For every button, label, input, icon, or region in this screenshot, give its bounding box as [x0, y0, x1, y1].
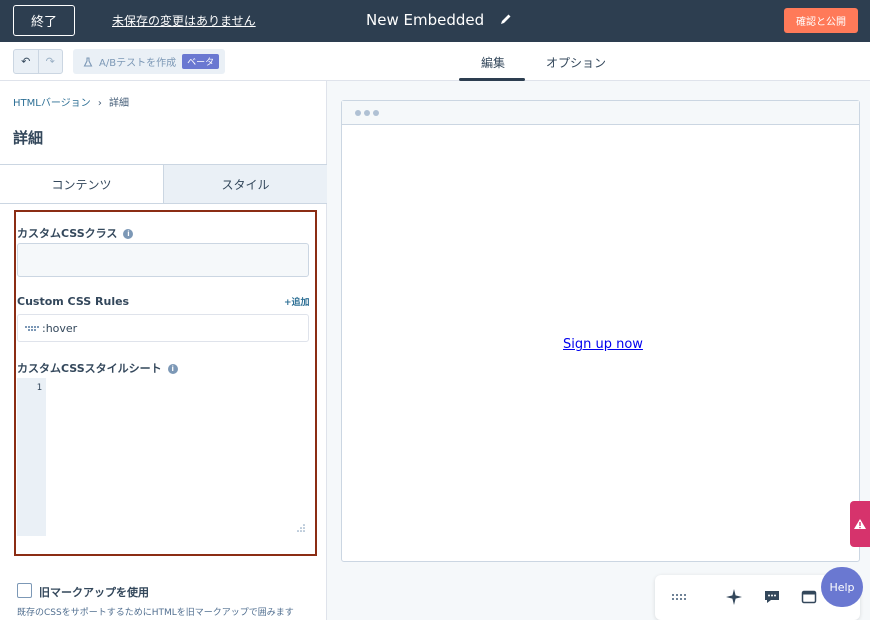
css-rule-selector: :hover	[42, 321, 78, 335]
legacy-markup-checkbox[interactable]	[17, 583, 32, 598]
window-dot	[373, 109, 379, 116]
tab-contents[interactable]: コンテンツ	[0, 165, 163, 203]
info-icon[interactable]: i	[167, 364, 178, 374]
preview-area: Sign up now Help	[328, 81, 870, 620]
breadcrumb-separator: ›	[97, 98, 102, 109]
custom-stylesheet-label: カスタムCSSスタイルシート i	[17, 360, 178, 376]
custom-css-class-label-text: カスタムCSSクラス	[17, 227, 118, 240]
create-ab-test-button[interactable]: A/Bテストを作成 ベータ	[73, 49, 225, 74]
custom-stylesheet-label-text: カスタムCSSスタイルシート	[17, 362, 162, 375]
help-button[interactable]: Help	[821, 567, 863, 607]
line-number-gutter: 1	[17, 378, 46, 536]
undo-redo-group: ↶ ↷	[13, 49, 63, 74]
top-bar: 終了 未保存の変更はありません New Embedded 確認と公開	[0, 0, 870, 42]
css-rule-row[interactable]: :hover	[17, 314, 309, 342]
tab-edit[interactable]: 編集	[481, 54, 505, 71]
undo-icon: ↶	[21, 55, 31, 68]
beta-badge: ベータ	[182, 54, 220, 69]
redo-button[interactable]: ↷	[37, 50, 63, 73]
undo-button[interactable]: ↶	[14, 50, 38, 73]
custom-css-rules-label: Custom CSS Rules	[17, 295, 130, 308]
line-number: 1	[36, 383, 42, 393]
window-dot	[364, 109, 370, 116]
custom-css-class-label: カスタムCSSクラス i	[17, 225, 134, 241]
grid-dots-icon[interactable]	[671, 589, 687, 605]
legacy-markup-help-text: 既存のCSSをサポートするためにHTMLを旧マークアップで囲みます	[17, 608, 294, 618]
panel-title: 詳細	[13, 129, 44, 147]
review-and-publish-button[interactable]: 確認と公開	[784, 8, 858, 33]
drag-handle-icon[interactable]	[24, 320, 40, 336]
resize-handle-icon[interactable]	[297, 524, 305, 532]
breadcrumb-current: 詳細	[109, 98, 130, 109]
legacy-markup-label: 旧マークアップを使用	[39, 586, 149, 599]
warning-tab[interactable]	[850, 501, 870, 547]
signup-link[interactable]: Sign up now	[563, 337, 643, 352]
content-style-tabs: コンテンツ スタイル	[0, 164, 327, 204]
add-rule-button[interactable]: +追加	[284, 295, 310, 308]
settings-sidebar: HTMLバージョン › 詳細 詳細 コンテンツ スタイル カスタムCSSクラス i…	[0, 81, 327, 620]
window-dot	[355, 109, 361, 116]
warning-icon	[854, 519, 866, 529]
custom-css-class-input[interactable]	[17, 243, 309, 277]
breadcrumb-parent-link[interactable]: HTMLバージョン	[13, 98, 91, 109]
window-icon[interactable]	[801, 589, 817, 605]
sparkle-icon[interactable]	[726, 589, 742, 605]
editor-toolbar: ↶ ↷ A/Bテストを作成 ベータ 編集 オプション	[0, 42, 870, 81]
tab-style[interactable]: スタイル	[163, 165, 327, 203]
css-code-editor[interactable]: 1	[17, 378, 309, 536]
ab-test-label: A/Bテストを作成	[99, 58, 177, 69]
browser-chrome-bar	[342, 101, 859, 125]
info-icon[interactable]: i	[123, 229, 134, 239]
unsaved-changes-status[interactable]: 未保存の変更はありません	[112, 12, 256, 29]
page-title: New Embedded	[366, 11, 485, 29]
redo-icon: ↷	[45, 55, 55, 68]
flask-icon	[83, 56, 93, 67]
browser-preview-frame: Sign up now	[341, 100, 860, 562]
breadcrumb: HTMLバージョン › 詳細	[13, 94, 129, 109]
tab-options[interactable]: オプション	[546, 54, 606, 71]
exit-button[interactable]: 終了	[13, 5, 75, 36]
pencil-icon[interactable]	[499, 12, 513, 26]
chat-icon[interactable]	[764, 589, 780, 605]
